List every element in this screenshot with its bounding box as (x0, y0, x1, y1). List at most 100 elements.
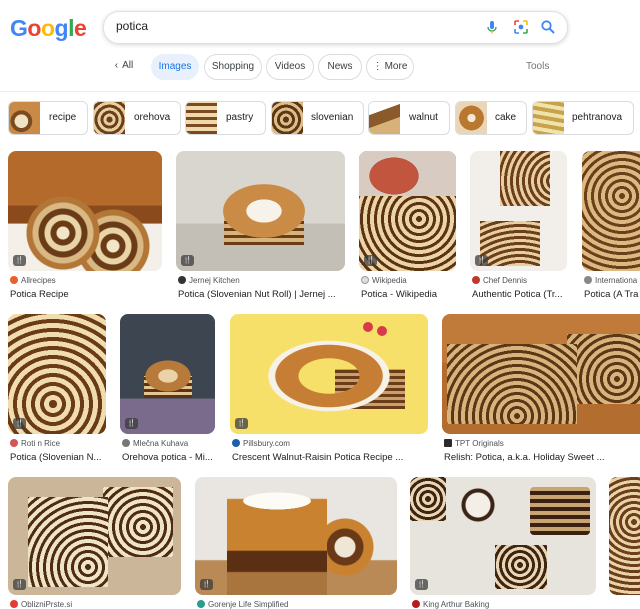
search-icon[interactable] (540, 19, 556, 35)
site-favicon-icon (232, 439, 240, 447)
tab-more[interactable]: ⋮ More (366, 54, 414, 80)
recipe-badge-icon: 🍴 (475, 255, 488, 266)
site-favicon-icon (122, 439, 130, 447)
search-box[interactable] (103, 11, 568, 44)
tab-news[interactable]: News (318, 54, 362, 80)
site-favicon-icon (178, 276, 186, 284)
more-dots-icon: ⋮ (372, 61, 383, 72)
result-image: 🍴 (230, 314, 428, 434)
result-title[interactable]: Crescent Walnut-Raisin Potica Recipe ... (232, 452, 428, 463)
tab-label: Images (158, 61, 192, 72)
tab-label: News (327, 61, 353, 72)
site-favicon-icon (444, 439, 452, 447)
result-source: Allrecipes (10, 276, 160, 285)
result-title[interactable]: Potica (Slovenian N... (10, 452, 106, 463)
result-title[interactable]: Relish: Potica, a.k.a. Holiday Sweet ... (444, 452, 640, 463)
lens-icon[interactable] (513, 19, 529, 35)
chip-walnut[interactable]: walnut (368, 101, 450, 135)
source-label: Mlečna Kuhava (133, 439, 189, 448)
result-source: Roti n Rice (10, 439, 106, 448)
result-title[interactable]: Authentic Potica (Tr... (472, 289, 567, 300)
source-label: TPT Originals (455, 439, 504, 448)
chip-thumbnail (9, 102, 40, 134)
mic-icon[interactable] (484, 19, 500, 35)
recipe-badge-icon: 🍴 (235, 418, 248, 429)
logo-letter: g (54, 15, 69, 41)
back-chevron-icon: ‹ (114, 60, 119, 71)
result-image: 🍴 (8, 151, 162, 271)
result-title[interactable]: Potica (A Tra (584, 289, 640, 300)
image-result[interactable]: 🍴 Wikipedia Potica - Wikipedia (359, 151, 456, 301)
image-result[interactable]: 🍴 Gorenje Life Simplified (195, 477, 397, 609)
chip-thumbnail (186, 102, 217, 134)
result-source: TPT Originals (444, 439, 640, 448)
tab-videos[interactable]: Videos (266, 54, 314, 80)
chip-orehova[interactable]: orehova (93, 101, 181, 135)
recipe-badge-icon: 🍴 (13, 418, 26, 429)
chip-pehtranova[interactable]: pehtranova (532, 101, 634, 135)
result-image (609, 477, 640, 595)
chip-thumbnail (456, 102, 487, 134)
image-result[interactable]: Internationa Potica (A Tra (582, 151, 640, 301)
recipe-badge-icon: 🍴 (181, 255, 194, 266)
result-title[interactable]: Potica Recipe (10, 289, 160, 300)
chip-label: pehtranova (572, 112, 623, 123)
site-favicon-icon (197, 600, 205, 608)
result-image: 🍴 (470, 151, 567, 271)
result-title[interactable]: Potica (Slovenian Nut Roll) | Jernej ... (178, 289, 343, 300)
result-source: Internationa (584, 276, 640, 285)
chip-label: recipe (49, 112, 77, 123)
image-result[interactable]: 🍴 Pillsbury.com Crescent Walnut-Raisin P… (230, 314, 428, 464)
site-favicon-icon (10, 276, 18, 284)
result-image: 🍴 (410, 477, 596, 595)
result-source: Jernej Kitchen (178, 276, 343, 285)
chip-label: cake (495, 112, 517, 123)
google-logo[interactable]: Google (10, 15, 87, 42)
recipe-badge-icon: 🍴 (364, 255, 377, 266)
image-result[interactable] (609, 477, 640, 608)
image-result[interactable]: 🍴 Mlečna Kuhava Orehova potica - Mi... (120, 314, 215, 464)
image-result[interactable]: TPT Originals Relish: Potica, a.k.a. Hol… (442, 314, 640, 464)
tab-shopping[interactable]: Shopping (204, 54, 262, 80)
recipe-badge-icon: 🍴 (125, 418, 138, 429)
chip-pastry[interactable]: pastry (185, 101, 266, 135)
tab-label: Videos (274, 61, 306, 72)
chip-slovenian[interactable]: slovenian (271, 101, 364, 135)
tab-label: More (384, 61, 408, 72)
source-label: Jernej Kitchen (189, 276, 240, 285)
recipe-badge-icon: 🍴 (13, 255, 26, 266)
result-image: 🍴 (8, 314, 106, 434)
logo-letter: G (10, 15, 28, 41)
source-label: Roti n Rice (21, 439, 61, 448)
tab-images[interactable]: Images (151, 54, 199, 80)
tab-all[interactable]: ‹ All (104, 54, 144, 78)
chip-label: slovenian (311, 112, 354, 123)
chip-thumbnail (533, 102, 564, 134)
raspberry (363, 322, 373, 332)
result-image: 🍴 (176, 151, 345, 271)
logo-letter: e (73, 15, 87, 41)
result-image (442, 314, 640, 434)
image-result[interactable]: 🍴 Chef Dennis Authentic Potica (Tr... (470, 151, 567, 301)
source-label: Wikipedia (372, 276, 407, 285)
logo-letter: o (40, 15, 55, 41)
image-result[interactable]: 🍴 King Arthur Baking (410, 477, 596, 609)
source-label: Allrecipes (21, 276, 56, 285)
logo-letter: o (27, 15, 41, 41)
image-result[interactable]: 🍴 Roti n Rice Potica (Slovenian N... (8, 314, 106, 464)
result-source: Wikipedia (361, 276, 456, 285)
site-favicon-icon (10, 600, 18, 608)
search-input[interactable] (116, 19, 446, 33)
chip-recipe[interactable]: recipe (8, 101, 88, 135)
image-result[interactable]: 🍴 Jernej Kitchen Potica (Slovenian Nut R… (176, 151, 345, 301)
tools-button[interactable]: Tools (526, 61, 549, 72)
tab-label: All (122, 60, 134, 71)
chip-cake[interactable]: cake (455, 101, 527, 135)
result-source: Pillsbury.com (232, 439, 428, 448)
chip-thumbnail (369, 102, 400, 134)
result-title[interactable]: Potica - Wikipedia (361, 289, 456, 300)
image-result[interactable]: 🍴 OblizniPrste.si (8, 477, 181, 609)
recipe-badge-icon: 🍴 (415, 579, 428, 590)
image-result[interactable]: 🍴 Allrecipes Potica Recipe (8, 151, 162, 301)
result-title[interactable]: Orehova potica - Mi... (122, 452, 215, 463)
